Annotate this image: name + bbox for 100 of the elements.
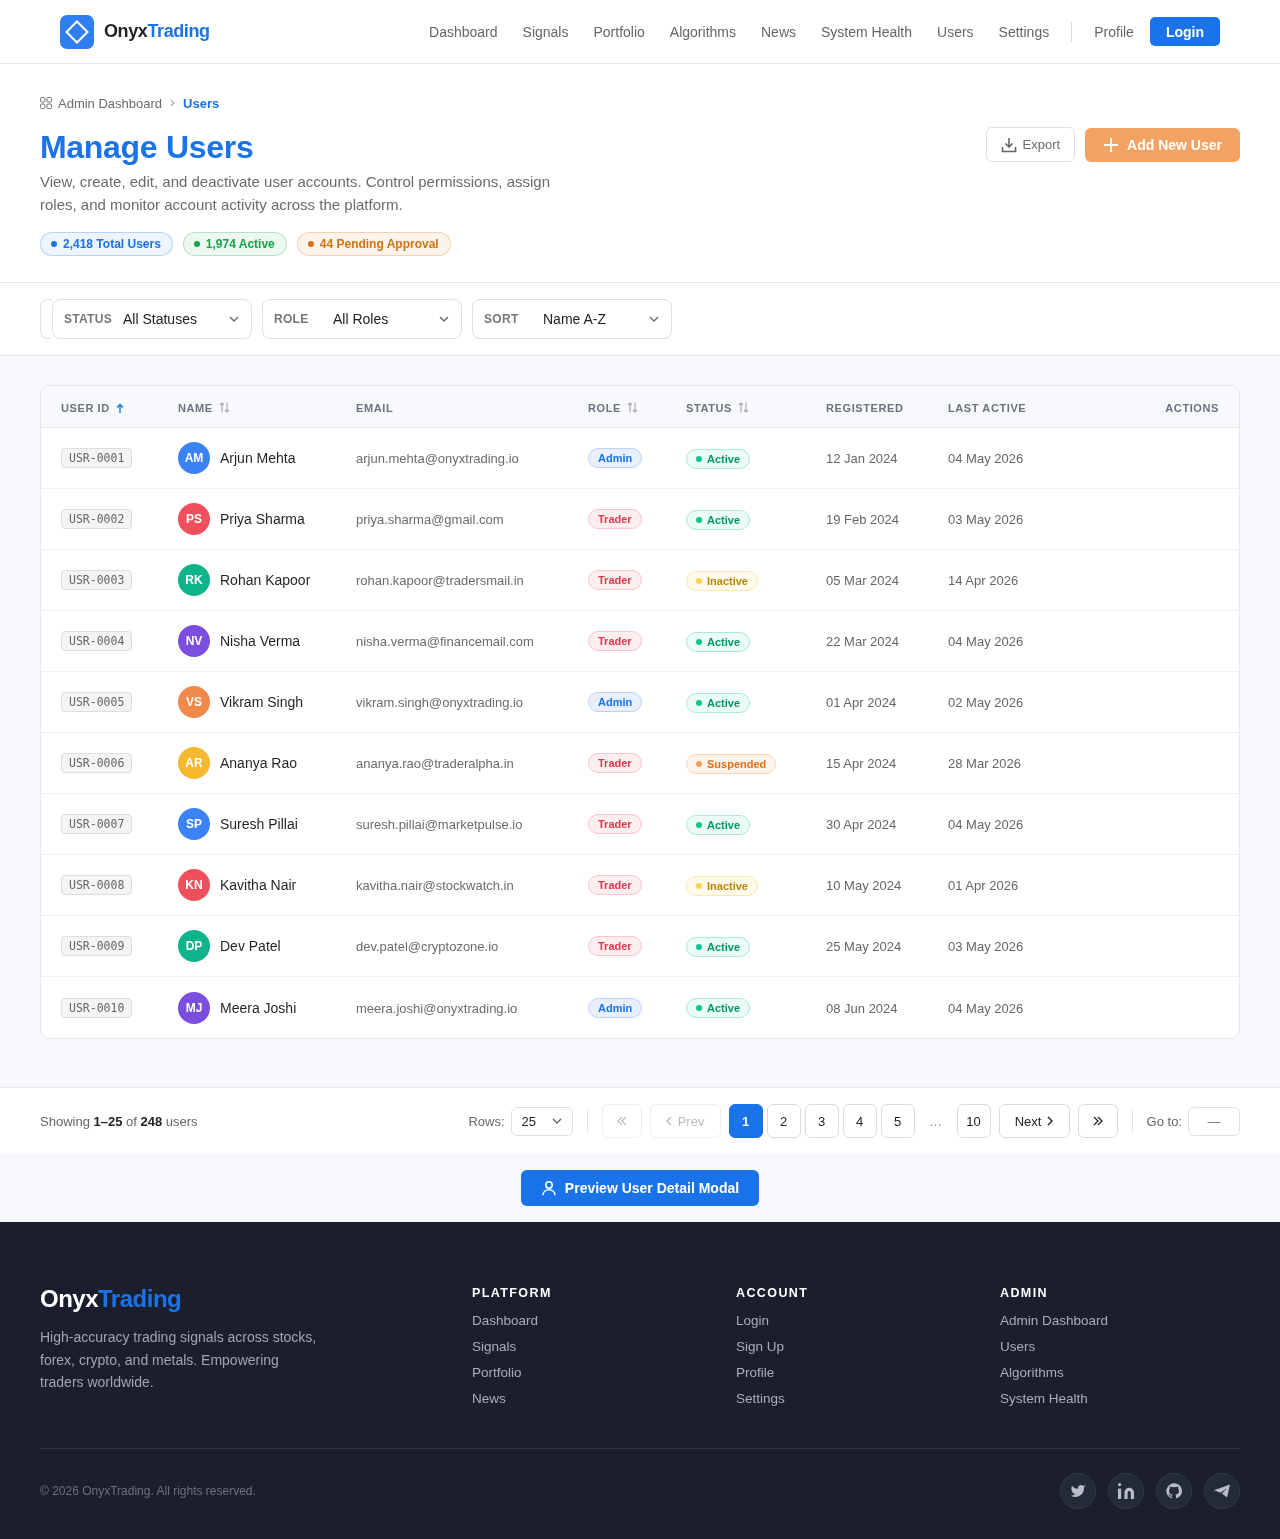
chevron-right-icon bbox=[170, 99, 176, 107]
user-id-tag: USR-0003 bbox=[61, 570, 133, 590]
chevron-down-icon bbox=[649, 316, 659, 322]
logo-text[interactable]: OnyxTrading bbox=[104, 21, 210, 42]
paper-plane-icon bbox=[1214, 1483, 1230, 1499]
role-badge: Trader bbox=[588, 875, 642, 895]
email-text: rohan.kapoor@tradersmail.in bbox=[356, 573, 524, 588]
role-badge: Admin bbox=[588, 448, 643, 468]
breadcrumb-link[interactable]: Users bbox=[183, 95, 220, 111]
page-description: View, create, edit, and deactivate user accounts. Control permissions, assign roles, and monitor account activity across the platform. bbox=[40, 172, 551, 215]
user-icon bbox=[540, 1180, 557, 1196]
date-text: 22 Mar 2024 bbox=[826, 634, 899, 649]
nav-link[interactable]: Algorithms bbox=[669, 23, 736, 40]
status-label: Suspended bbox=[707, 757, 767, 770]
status-dot-icon bbox=[696, 516, 702, 523]
download-icon bbox=[1000, 136, 1017, 153]
export-button[interactable]: Export bbox=[985, 127, 1076, 162]
social-link[interactable] bbox=[1156, 1473, 1192, 1509]
avatar: MJ bbox=[178, 991, 210, 1024]
column-header[interactable]: STATUS bbox=[686, 401, 749, 414]
date-text: 14 Apr 2026 bbox=[948, 573, 1019, 588]
footer-link[interactable]: Admin Dashboard bbox=[1000, 1312, 1109, 1330]
page-button[interactable]: 4 bbox=[842, 1104, 877, 1138]
user-name: Meera Joshi bbox=[220, 999, 297, 1016]
user-id-tag: USR-0006 bbox=[61, 753, 133, 773]
status-label: Active bbox=[707, 452, 741, 465]
ellipsis-text: … bbox=[928, 1113, 944, 1129]
user-id-tag: USR-0005 bbox=[61, 692, 133, 712]
nav-link[interactable]: Users bbox=[937, 23, 974, 40]
input-field[interactable] bbox=[40, 299, 52, 339]
next-button[interactable]: Next bbox=[998, 1104, 1070, 1138]
page-button[interactable]: 1 bbox=[728, 1104, 763, 1138]
date-text: 08 Jun 2024 bbox=[826, 1000, 898, 1016]
avatar: RK bbox=[178, 564, 210, 596]
nav-link[interactable]: Signals bbox=[522, 23, 569, 40]
footer-link[interactable]: Dashboard bbox=[472, 1312, 539, 1330]
social-link[interactable] bbox=[1204, 1473, 1240, 1509]
footer-link[interactable]: News bbox=[472, 1390, 506, 1408]
email-text: nisha.verma@financemail.com bbox=[356, 634, 534, 649]
user-name: Kavitha Nair bbox=[220, 877, 297, 893]
footer-link[interactable]: Settings bbox=[736, 1390, 785, 1408]
user-name: Dev Patel bbox=[220, 938, 281, 954]
page-button[interactable]: 3 bbox=[804, 1104, 839, 1138]
footer-heading: ADMIN bbox=[1000, 1285, 1048, 1301]
user-name: Ananya Rao bbox=[220, 755, 298, 771]
nav-link[interactable]: System Health bbox=[821, 23, 913, 40]
footer-link[interactable]: Users bbox=[1000, 1338, 1036, 1356]
nav-link[interactable]: Settings bbox=[998, 23, 1050, 40]
goto-label: Go to: bbox=[1146, 1113, 1182, 1129]
role-badge: Admin bbox=[588, 997, 643, 1018]
page-button[interactable]: 2 bbox=[766, 1104, 801, 1138]
status-label: Inactive bbox=[707, 574, 748, 587]
goto-input-field[interactable]: — bbox=[1188, 1106, 1240, 1136]
user-name: Rohan Kapoor bbox=[220, 572, 311, 588]
column-header[interactable]: USER ID bbox=[61, 401, 124, 414]
double-chevron-left-icon bbox=[616, 1116, 627, 1126]
footer-link[interactable]: Profile bbox=[736, 1364, 775, 1382]
profile-link[interactable]: Profile bbox=[1094, 23, 1134, 40]
rows-select[interactable]: 25 bbox=[510, 1106, 573, 1136]
footer-link[interactable]: Algorithms bbox=[1000, 1364, 1064, 1382]
preview-modal-button[interactable]: Preview User Detail Modal bbox=[520, 1170, 760, 1206]
email-text: arjun.mehta@onyxtrading.io bbox=[356, 451, 519, 466]
role-badge: Admin bbox=[588, 692, 643, 712]
nav-link[interactable]: Portfolio bbox=[593, 23, 645, 40]
footer-link[interactable]: Login bbox=[736, 1312, 770, 1330]
column-header[interactable]: NAME bbox=[178, 401, 230, 414]
email-text: meera.joshi@onyxtrading.io bbox=[356, 1000, 518, 1016]
footer-link[interactable]: Portfolio bbox=[472, 1364, 522, 1382]
social-link[interactable] bbox=[1060, 1473, 1096, 1509]
column-header: REGISTERED bbox=[826, 401, 904, 414]
role-badge: Trader bbox=[588, 936, 642, 956]
status-label: Inactive bbox=[707, 879, 748, 892]
status-label: Active bbox=[707, 818, 741, 831]
grid-icon bbox=[40, 97, 52, 109]
status-label: Active bbox=[707, 635, 741, 648]
footer-link[interactable]: Sign Up bbox=[736, 1338, 785, 1356]
date-text: 04 May 2026 bbox=[948, 451, 1024, 466]
avatar: NV bbox=[178, 625, 210, 657]
chevron-down-icon bbox=[229, 316, 239, 322]
filter-select[interactable]: ROLE All Roles bbox=[262, 299, 462, 339]
column-header[interactable]: ROLE bbox=[588, 401, 638, 414]
footer-logo-text[interactable]: OnyxTrading bbox=[40, 1284, 182, 1314]
nav-link[interactable]: Dashboard bbox=[429, 23, 498, 40]
nav-link[interactable]: News bbox=[761, 23, 796, 40]
last-page-button[interactable] bbox=[1077, 1104, 1118, 1138]
filter-select[interactable]: STATUS All Statuses bbox=[52, 299, 252, 339]
page-button[interactable]: 5 bbox=[880, 1104, 915, 1138]
date-text: 04 May 2026 bbox=[948, 634, 1024, 649]
filter-select[interactable]: SORT Name A-Z bbox=[472, 299, 672, 339]
date-text: 02 May 2026 bbox=[948, 695, 1024, 710]
login-button[interactable]: Login bbox=[1149, 17, 1220, 46]
footer-link[interactable]: System Health bbox=[1000, 1390, 1088, 1408]
role-badge: Trader bbox=[588, 631, 642, 651]
page-button[interactable]: 10 bbox=[956, 1104, 991, 1138]
footer-link[interactable]: Signals bbox=[472, 1338, 517, 1356]
status-label: Active bbox=[707, 940, 741, 953]
footer-tagline: High-accuracy trading signals across stocks, forex, crypto, and metals. Empowering traders worldwide. bbox=[40, 1328, 318, 1392]
social-link[interactable] bbox=[1108, 1473, 1144, 1509]
status-dot-icon bbox=[696, 699, 702, 706]
breadcrumb-link[interactable]: Admin Dashboard bbox=[58, 95, 163, 111]
